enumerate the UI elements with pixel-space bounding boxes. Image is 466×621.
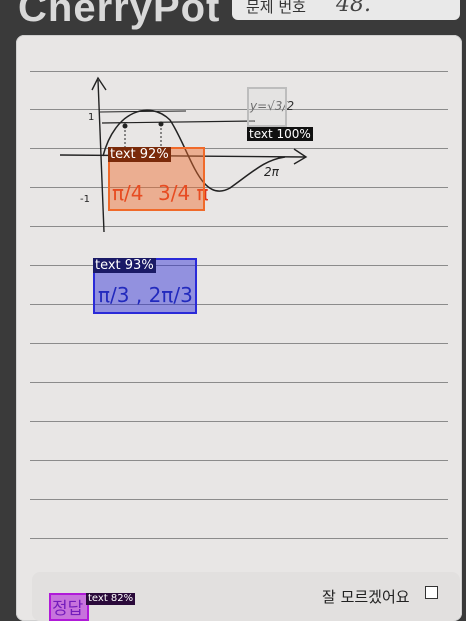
detection-label: text 92% bbox=[108, 147, 171, 162]
axis-label-two-pi: 2π bbox=[264, 165, 280, 179]
axis-label-neg-one: -1 bbox=[80, 194, 90, 205]
dont-know-label: 잘 모르겠어요 bbox=[322, 588, 410, 606]
detection-label: text 82% bbox=[86, 593, 136, 605]
handwritten-sketch: 1 -1 2π y=√3/2 π/4 3/4 π π/3 , 2π/3 bbox=[59, 76, 308, 307]
dont-know-checkbox[interactable] bbox=[425, 586, 438, 599]
axis-label-one: 1 bbox=[88, 112, 94, 123]
detection-label: text 93% bbox=[93, 258, 156, 273]
detection-box bbox=[49, 593, 89, 621]
detection-box bbox=[247, 87, 287, 127]
detection-label: text 100% bbox=[247, 127, 313, 141]
horizontal-line bbox=[101, 120, 256, 124]
